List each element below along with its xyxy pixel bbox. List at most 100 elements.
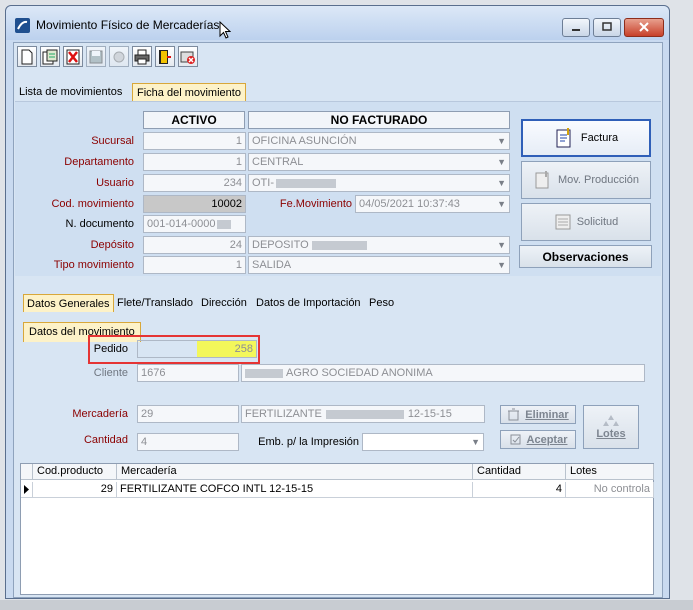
- label-cliente: Cliente: [93, 367, 128, 379]
- export-icon: [159, 49, 171, 64]
- chevron-down-icon: ▼: [497, 260, 506, 270]
- tab-label: Lista de movimientos: [19, 86, 123, 98]
- grid-header-cantidad[interactable]: Cantidad: [473, 464, 566, 480]
- table-cell-mercaderia[interactable]: FERTILIZANTE COFCO INTL 12-15-15: [117, 482, 473, 498]
- label-departamento: Departamento: [64, 156, 134, 168]
- chevron-down-icon: ▼: [497, 136, 506, 146]
- mov-produccion-label: Mov. Producción: [557, 174, 640, 186]
- grid-corner: [21, 464, 33, 480]
- export-button[interactable]: [155, 46, 175, 67]
- delete-item-icon: [508, 408, 520, 421]
- usuario-name: OTI-: [252, 177, 274, 189]
- label-usuario: Usuario: [96, 177, 134, 189]
- maximize-button[interactable]: [593, 18, 621, 37]
- tab-label: Peso: [369, 297, 395, 309]
- fe-movimiento-picker[interactable]: 04/05/2021 10:37:43 ▼: [355, 195, 510, 213]
- cancel-button[interactable]: [178, 46, 198, 67]
- edit-icon: [113, 51, 125, 62]
- mercaderia-name: FERTILIZANTE: [245, 408, 322, 420]
- label-n-documento: N. documento: [65, 218, 134, 230]
- delete-button[interactable]: [63, 46, 83, 67]
- status-facturacion: NO FACTURADO: [248, 111, 510, 129]
- chevron-down-icon: ▼: [497, 199, 506, 209]
- redacted-block: [325, 409, 404, 419]
- grid-header-lotes[interactable]: Lotes: [566, 464, 654, 480]
- chevron-down-icon: ▼: [471, 437, 480, 447]
- aceptar-button[interactable]: Aceptar: [500, 430, 576, 449]
- departamento-code-field[interactable]: 1: [143, 153, 246, 171]
- items-grid[interactable]: Cod.producto Mercadería Cantidad Lotes 2…: [20, 463, 654, 595]
- sucursal-code-field[interactable]: 1: [143, 132, 246, 150]
- label-tipo-movimiento: Tipo movimiento: [53, 259, 134, 271]
- tab-label: Ficha del movimiento: [137, 87, 241, 99]
- grid-header-mercaderia[interactable]: Mercadería: [117, 464, 473, 480]
- observaciones-button[interactable]: Observaciones: [519, 245, 652, 268]
- tipo-movimiento-select[interactable]: SALIDA ▼: [248, 256, 510, 274]
- print-icon: [134, 49, 150, 64]
- lotes-button[interactable]: Lotes: [583, 405, 639, 449]
- tab-ficha-movimiento[interactable]: Ficha del movimiento: [132, 83, 246, 102]
- mov-produccion-button[interactable]: Mov. Producción: [521, 161, 651, 199]
- deposito-name: DEPOSITO: [252, 239, 312, 251]
- cliente-name-field[interactable]: AGRO SOCIEDAD ANONIMA: [241, 364, 645, 382]
- aceptar-label: Aceptar: [526, 433, 568, 446]
- cliente-code-field[interactable]: 1676: [137, 364, 239, 382]
- production-icon: [535, 171, 549, 189]
- cod-movimiento-field[interactable]: 10002: [143, 195, 246, 213]
- fe-movimiento-value: 04/05/2021 10:37:43: [359, 198, 460, 210]
- tipo-movimiento-name: SALIDA: [252, 259, 292, 271]
- factura-button[interactable]: Factura: [521, 119, 651, 157]
- deposito-select[interactable]: DEPOSITO ▼: [248, 236, 510, 254]
- new-button[interactable]: [17, 46, 37, 67]
- tab-flete-translado[interactable]: Flete/Translado: [114, 294, 196, 313]
- status-estado: ACTIVO: [143, 111, 245, 129]
- n-documento-field[interactable]: 001-014-0000: [143, 215, 246, 233]
- emb-impresion-select[interactable]: ▼: [362, 433, 484, 451]
- print-button[interactable]: [132, 46, 152, 67]
- table-cell-cantidad[interactable]: 4: [473, 482, 566, 498]
- usuario-code-field[interactable]: 234: [143, 174, 246, 192]
- mercaderia-code-field[interactable]: 29: [137, 405, 239, 423]
- redacted-block: [245, 368, 283, 378]
- tab-label: Flete/Translado: [117, 297, 194, 309]
- grid-header-cod[interactable]: Cod.producto: [33, 464, 117, 480]
- solicitud-button[interactable]: Solicitud: [521, 203, 651, 241]
- usuario-select[interactable]: OTI- ▼: [248, 174, 510, 192]
- tab-label: Datos de Importación: [256, 297, 361, 309]
- deposito-code-field[interactable]: 24: [143, 236, 246, 254]
- tab-peso[interactable]: Peso: [366, 294, 397, 313]
- tab-datos-importacion[interactable]: Datos de Importación: [253, 294, 364, 313]
- save-copy-icon: [42, 49, 58, 64]
- edit-button[interactable]: [109, 46, 129, 67]
- red-annotation-box: [88, 335, 260, 364]
- tab-label: Datos Generales: [27, 298, 110, 310]
- title-bar[interactable]: Movimiento Físico de Mercaderías: [6, 6, 669, 40]
- cantidad-field[interactable]: 4: [137, 433, 239, 451]
- tipo-movimiento-code-field[interactable]: 1: [143, 256, 246, 274]
- mouse-cursor-icon: [219, 21, 231, 39]
- cancel-icon: [180, 51, 195, 64]
- sucursal-select[interactable]: OFICINA ASUNCIÓN ▼: [248, 132, 510, 150]
- tab-label: Dirección: [201, 297, 247, 309]
- tab-datos-generales[interactable]: Datos Generales: [23, 294, 114, 313]
- mercaderia-name-field[interactable]: FERTILIZANTE 12-15-15: [241, 405, 485, 423]
- chevron-down-icon: ▼: [497, 178, 506, 188]
- table-cell-lotes[interactable]: No controla: [566, 482, 654, 498]
- row-pointer-icon: [24, 485, 29, 494]
- eliminar-button[interactable]: Eliminar: [500, 405, 576, 424]
- save-button[interactable]: [86, 46, 106, 67]
- eliminar-label: Eliminar: [525, 408, 569, 421]
- close-icon: [639, 22, 649, 32]
- save-icon: [89, 50, 103, 63]
- label-fe-movimiento: Fe.Movimiento: [279, 198, 352, 210]
- close-button[interactable]: [624, 18, 664, 37]
- label-emb-impresion: Emb. p/ la Impresión: [258, 436, 359, 448]
- tab-lista-movimientos[interactable]: Lista de movimientos: [15, 83, 126, 102]
- copy-button[interactable]: [40, 46, 60, 67]
- minimize-button[interactable]: [562, 18, 590, 37]
- chevron-down-icon: ▼: [497, 240, 506, 250]
- tab-direccion[interactable]: Dirección: [198, 294, 250, 313]
- table-cell-cod[interactable]: 29: [33, 482, 117, 498]
- departamento-select[interactable]: CENTRAL ▼: [248, 153, 510, 171]
- delete-icon: [66, 49, 80, 64]
